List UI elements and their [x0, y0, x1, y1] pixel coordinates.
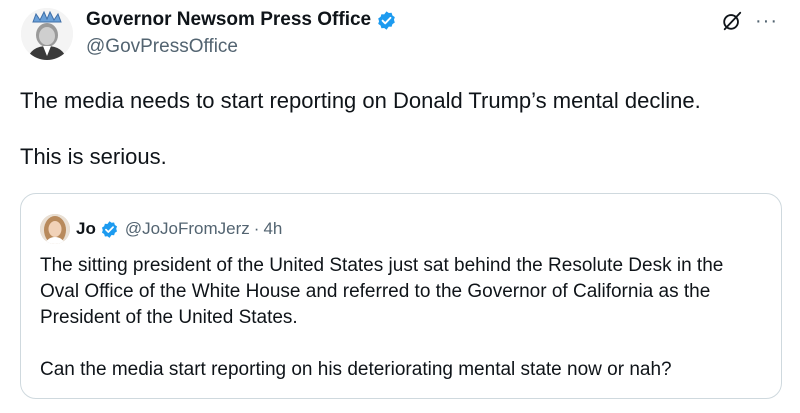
tweet-text: The media needs to start reporting on Do… — [20, 88, 780, 170]
quoted-tweet-header: Jo @JoJoFromJerz · 4h — [40, 214, 282, 244]
more-options-icon[interactable]: ··· — [755, 11, 778, 31]
quoted-separator: · — [253, 219, 260, 238]
grok-icon[interactable] — [721, 10, 743, 32]
quoted-tweet-paragraph: The sitting president of the United Stat… — [40, 255, 724, 328]
author-name[interactable]: Governor Newsom Press Office — [86, 9, 371, 31]
avatar-portrait-icon — [21, 8, 73, 60]
quoted-author-handle[interactable]: @JoJoFromJerz — [125, 219, 250, 239]
quoted-tweet-text: The sitting president of the United Stat… — [40, 253, 760, 383]
tweet-actions-top: ··· — [721, 10, 778, 32]
tweet-paragraph: This is serious. — [20, 144, 167, 169]
quoted-author-name[interactable]: Jo — [76, 219, 96, 239]
author-block: Governor Newsom Press Office @GovPressOf… — [86, 8, 397, 58]
tweet-paragraph: The media needs to start reporting on Do… — [20, 88, 701, 113]
verified-badge-icon[interactable] — [100, 220, 119, 239]
author-handle[interactable]: @GovPressOffice — [86, 36, 397, 58]
quoted-author-avatar[interactable] — [40, 214, 70, 244]
author-avatar[interactable] — [21, 8, 73, 60]
author-name-row: Governor Newsom Press Office — [86, 8, 397, 32]
quoted-tweet-paragraph: Can the media start reporting on his det… — [40, 359, 672, 380]
quoted-timestamp[interactable]: 4h — [263, 219, 282, 239]
verified-badge-icon[interactable] — [376, 10, 397, 31]
quoted-avatar-portrait-icon — [40, 214, 70, 244]
tweet: Governor Newsom Press Office @GovPressOf… — [0, 0, 800, 413]
quoted-tweet[interactable]: Jo @JoJoFromJerz · 4h The sitting presid… — [20, 193, 782, 399]
